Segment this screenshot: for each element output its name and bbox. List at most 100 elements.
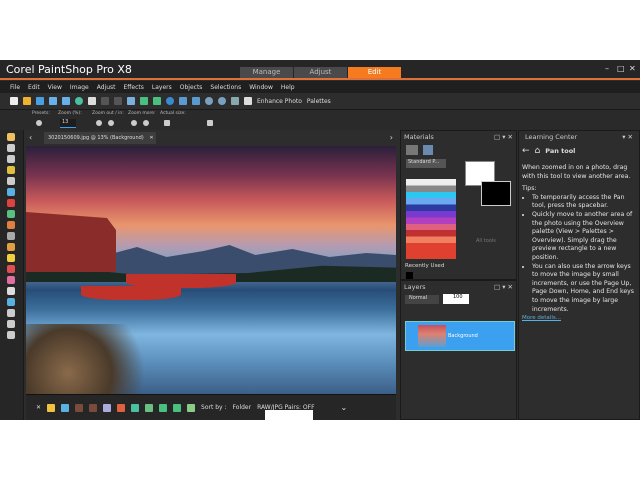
dodge-icon[interactable] <box>7 254 15 262</box>
more-details-link[interactable]: More details... <box>522 314 636 323</box>
menu-adjust[interactable]: Adjust <box>97 84 116 91</box>
text-tool-icon[interactable] <box>7 287 15 295</box>
menu-view[interactable]: View <box>48 84 62 91</box>
zoom-in-icon[interactable] <box>108 120 114 126</box>
tab-edit[interactable]: Edit <box>348 67 401 78</box>
full-screen-icon[interactable] <box>231 97 239 105</box>
menu-layers[interactable]: Layers <box>152 84 172 91</box>
zoom-out-icon[interactable] <box>205 97 213 105</box>
layer-row-background[interactable]: Background <box>405 321 515 351</box>
selection-tool-icon[interactable] <box>7 155 15 163</box>
organizer-close-icon[interactable]: ✕ <box>36 404 41 411</box>
menu-edit[interactable]: Edit <box>28 84 40 91</box>
actual-size-icon[interactable] <box>164 120 170 126</box>
scan-icon[interactable] <box>36 97 44 105</box>
open-icon[interactable] <box>23 97 31 105</box>
close-tab-icon[interactable]: ✕ <box>149 135 153 141</box>
tab-adjust[interactable]: Adjust <box>294 67 347 78</box>
image-canvas[interactable] <box>26 146 396 394</box>
pick-tool-icon[interactable] <box>7 144 15 152</box>
clone-brush-icon[interactable] <box>7 221 15 229</box>
pan-preset-icon[interactable] <box>36 120 42 126</box>
palettes-menu[interactable]: Palettes <box>307 98 331 105</box>
save-icon[interactable] <box>49 97 57 105</box>
menu-help[interactable]: Help <box>281 84 295 91</box>
palette-controls-icon[interactable]: □ ▾ ✕ <box>494 283 513 291</box>
dropper-icon[interactable] <box>7 331 15 339</box>
info-icon[interactable] <box>166 97 174 105</box>
option-icon[interactable] <box>207 120 213 126</box>
expand-organizer-icon[interactable]: ⌄ <box>341 403 348 412</box>
swatches-tab-icon[interactable] <box>406 145 418 155</box>
pen-tool-icon[interactable] <box>7 309 15 317</box>
document-tab[interactable]: 30201506​09.jpg @ 13% (Background) ✕ <box>44 132 156 144</box>
zoom-in-icon[interactable] <box>218 97 226 105</box>
share-icon[interactable] <box>75 97 83 105</box>
redo-icon[interactable] <box>114 97 122 105</box>
warp-brush-icon[interactable] <box>7 320 15 328</box>
menu-image[interactable]: Image <box>70 84 89 91</box>
fit-image-icon[interactable] <box>192 97 200 105</box>
save-as-icon[interactable] <box>62 97 70 105</box>
close-icon[interactable]: ✕ <box>629 64 636 73</box>
all-tools-checkbox[interactable]: All tools <box>476 238 496 244</box>
share-icon[interactable] <box>131 403 140 412</box>
tag2-icon[interactable] <box>89 403 98 412</box>
red-eye-tool-icon[interactable] <box>7 199 15 207</box>
paint-brush-icon[interactable] <box>7 243 15 251</box>
print-icon[interactable] <box>88 97 96 105</box>
thumbnail-view-icon[interactable] <box>61 403 70 412</box>
zoom-more-in-icon[interactable] <box>143 120 149 126</box>
menu-file[interactable]: File <box>10 84 20 91</box>
sort-by-select[interactable]: Folder <box>233 404 252 411</box>
makeover-tool-icon[interactable] <box>7 210 15 218</box>
menu-window[interactable]: Window <box>249 84 273 91</box>
rotate-left-icon[interactable] <box>159 403 168 412</box>
new-icon[interactable] <box>10 97 18 105</box>
shape-tool-icon[interactable] <box>7 298 15 306</box>
eraser-icon[interactable] <box>7 265 15 273</box>
crop-tool-icon[interactable] <box>7 177 15 185</box>
undo-icon[interactable] <box>101 97 109 105</box>
tag-icon[interactable] <box>75 403 84 412</box>
pan-tool-icon[interactable] <box>7 133 15 141</box>
menu-objects[interactable]: Objects <box>180 84 203 91</box>
minimize-icon[interactable]: – <box>605 64 609 73</box>
fill-icon[interactable] <box>7 276 15 284</box>
menu-selections[interactable]: Selections <box>210 84 241 91</box>
chevron-right-icon[interactable]: › <box>390 133 393 142</box>
screen-capture-icon[interactable] <box>127 97 135 105</box>
rotate-right-icon[interactable] <box>153 97 161 105</box>
tab-manage[interactable]: Manage <box>240 67 293 78</box>
palette-controls-icon[interactable]: □ ▾ ✕ <box>494 133 513 141</box>
gradient-tab-icon[interactable] <box>423 145 433 155</box>
organizer-view-icon[interactable] <box>47 403 56 412</box>
palette-select[interactable]: Standard P... <box>406 159 446 168</box>
zoom-out-icon[interactable] <box>96 120 102 126</box>
batch-icon[interactable] <box>187 403 196 412</box>
rotate-right-icon[interactable] <box>173 403 182 412</box>
zoom-more-out-icon[interactable] <box>131 120 137 126</box>
back-icon[interactable]: ← <box>522 146 530 156</box>
color-swatches[interactable] <box>406 179 456 259</box>
gradient-icon[interactable] <box>7 232 15 240</box>
rotate-left-icon[interactable] <box>140 97 148 105</box>
email-icon[interactable] <box>117 403 126 412</box>
people-icon[interactable] <box>103 403 112 412</box>
fit-window-icon[interactable] <box>179 97 187 105</box>
opacity-input[interactable]: 100 <box>443 294 469 304</box>
home-icon[interactable]: ⌂ <box>535 146 541 156</box>
zoom-input[interactable]: 13 <box>60 119 76 128</box>
blend-mode-select[interactable]: Normal <box>405 295 439 304</box>
enhance-photo-menu[interactable]: Enhance Photo <box>257 98 302 105</box>
freehand-selection-icon[interactable] <box>7 166 15 174</box>
background-color[interactable] <box>481 181 511 206</box>
recent-color[interactable] <box>406 272 413 279</box>
menu-effects[interactable]: Effects <box>123 84 143 91</box>
compare-icon[interactable] <box>145 403 154 412</box>
palette-controls-icon[interactable]: ▾ ✕ <box>622 133 633 141</box>
maximize-icon[interactable]: □ <box>617 64 625 73</box>
straighten-tool-icon[interactable] <box>7 188 15 196</box>
copy-icon[interactable] <box>244 97 252 105</box>
chevron-left-icon[interactable]: ‹ <box>29 133 32 142</box>
